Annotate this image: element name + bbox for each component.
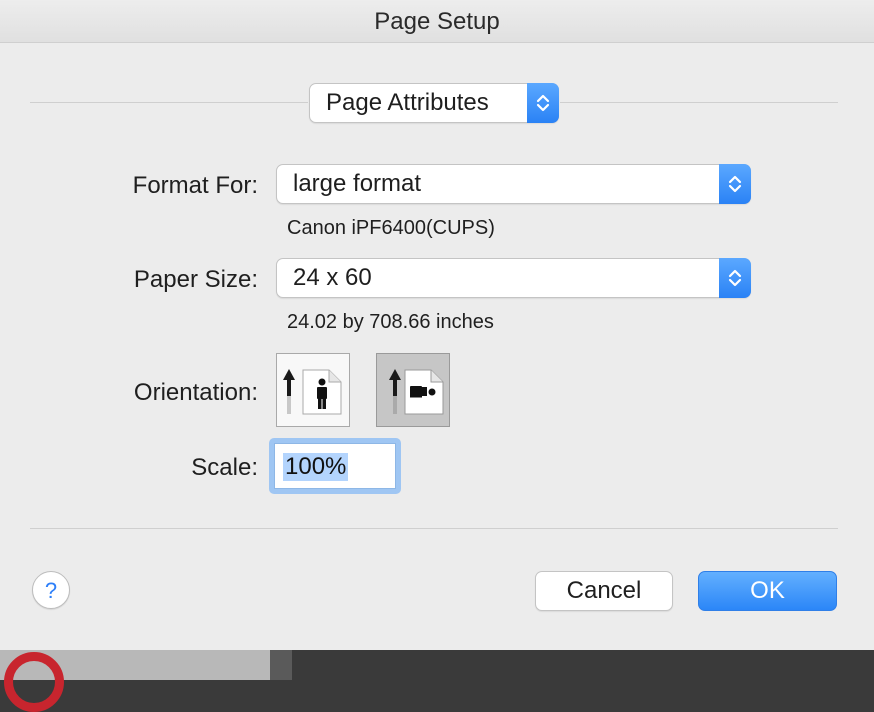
settings-popup[interactable]: Page Attributes: [309, 83, 559, 123]
scale-label: Scale:: [191, 454, 258, 481]
bottom-separator: [30, 528, 838, 529]
up-down-chevron-icon: [728, 269, 742, 287]
question-mark-icon: ?: [44, 578, 58, 603]
format-for-stepper[interactable]: [719, 164, 751, 204]
format-for-label: Format For:: [132, 172, 258, 199]
format-for-value: large format: [293, 170, 422, 197]
paper-size-stepper[interactable]: [719, 258, 751, 298]
ok-button[interactable]: OK: [698, 571, 837, 611]
paper-size-label: Paper Size:: [133, 266, 258, 293]
separator-left: [30, 102, 308, 103]
title-bar: Page Setup: [0, 0, 874, 43]
background-divider: [270, 650, 292, 680]
page-setup-dialog: Page Setup Page Attributes Format For: l…: [0, 0, 874, 650]
up-down-chevron-icon: [728, 175, 742, 193]
settings-popup-value: Page Attributes: [326, 89, 489, 116]
help-button[interactable]: ?: [32, 571, 70, 609]
cancel-button[interactable]: Cancel: [535, 571, 673, 611]
up-down-chevron-icon: [536, 94, 550, 112]
landscape-orientation-button[interactable]: [376, 353, 450, 427]
scale-input[interactable]: 100%: [274, 443, 396, 489]
portrait-orientation-icon: [283, 369, 342, 415]
separator-right: [560, 102, 838, 103]
paper-size-value: 24 x 60: [293, 264, 372, 291]
background-app-icon: [4, 652, 64, 712]
format-for-popup[interactable]: large format: [276, 164, 751, 204]
settings-popup-stepper[interactable]: [527, 83, 559, 123]
printer-name: Canon iPF6400(CUPS): [287, 217, 495, 239]
paper-dimensions: 24.02 by 708.66 inches: [287, 311, 494, 333]
paper-size-popup[interactable]: 24 x 60: [276, 258, 751, 298]
dialog-title: Page Setup: [374, 8, 500, 35]
landscape-orientation-icon: [389, 369, 444, 415]
scale-value: 100%: [283, 453, 349, 481]
orientation-label: Orientation:: [133, 379, 258, 406]
scale-focus-ring: 100%: [269, 438, 401, 494]
portrait-orientation-button[interactable]: [276, 353, 350, 427]
